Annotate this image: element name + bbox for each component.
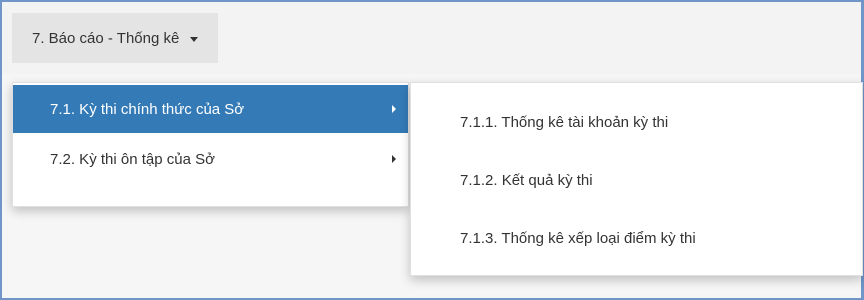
nav-menu-reports-statistics[interactable]: 7. Báo cáo - Thống kê: [12, 13, 219, 63]
dropdown-menu: 7.1. Kỳ thi chính thức của Sở 7.2. Kỳ th…: [12, 82, 409, 207]
menu-item-label: 7.1. Kỳ thi chính thức của Sở: [50, 100, 245, 118]
caret-right-icon: [392, 105, 396, 113]
caret-right-icon: [392, 155, 396, 163]
submenu-item-exam-results[interactable]: 7.1.2. Kết quả kỳ thi: [460, 172, 593, 189]
submenu: 7.1.1. Thống kê tài khoản kỳ thi 7.1.2. …: [410, 82, 863, 276]
navbar: 7. Báo cáo - Thống kê: [2, 2, 861, 74]
menu-item-practice-exam[interactable]: 7.2. Kỳ thi ôn tập của Sở: [13, 135, 408, 183]
submenu-item-account-statistics[interactable]: 7.1.1. Thống kê tài khoản kỳ thi: [460, 114, 668, 131]
caret-down-icon: [190, 36, 199, 42]
nav-menu-label: 7. Báo cáo - Thống kê: [32, 29, 180, 47]
submenu-item-score-classification[interactable]: 7.1.3. Thống kê xếp loại điểm kỳ thi: [460, 230, 696, 247]
menu-item-official-exam[interactable]: 7.1. Kỳ thi chính thức của Sở: [13, 85, 408, 133]
menu-item-label: 7.2. Kỳ thi ôn tập của Sở: [50, 150, 215, 168]
